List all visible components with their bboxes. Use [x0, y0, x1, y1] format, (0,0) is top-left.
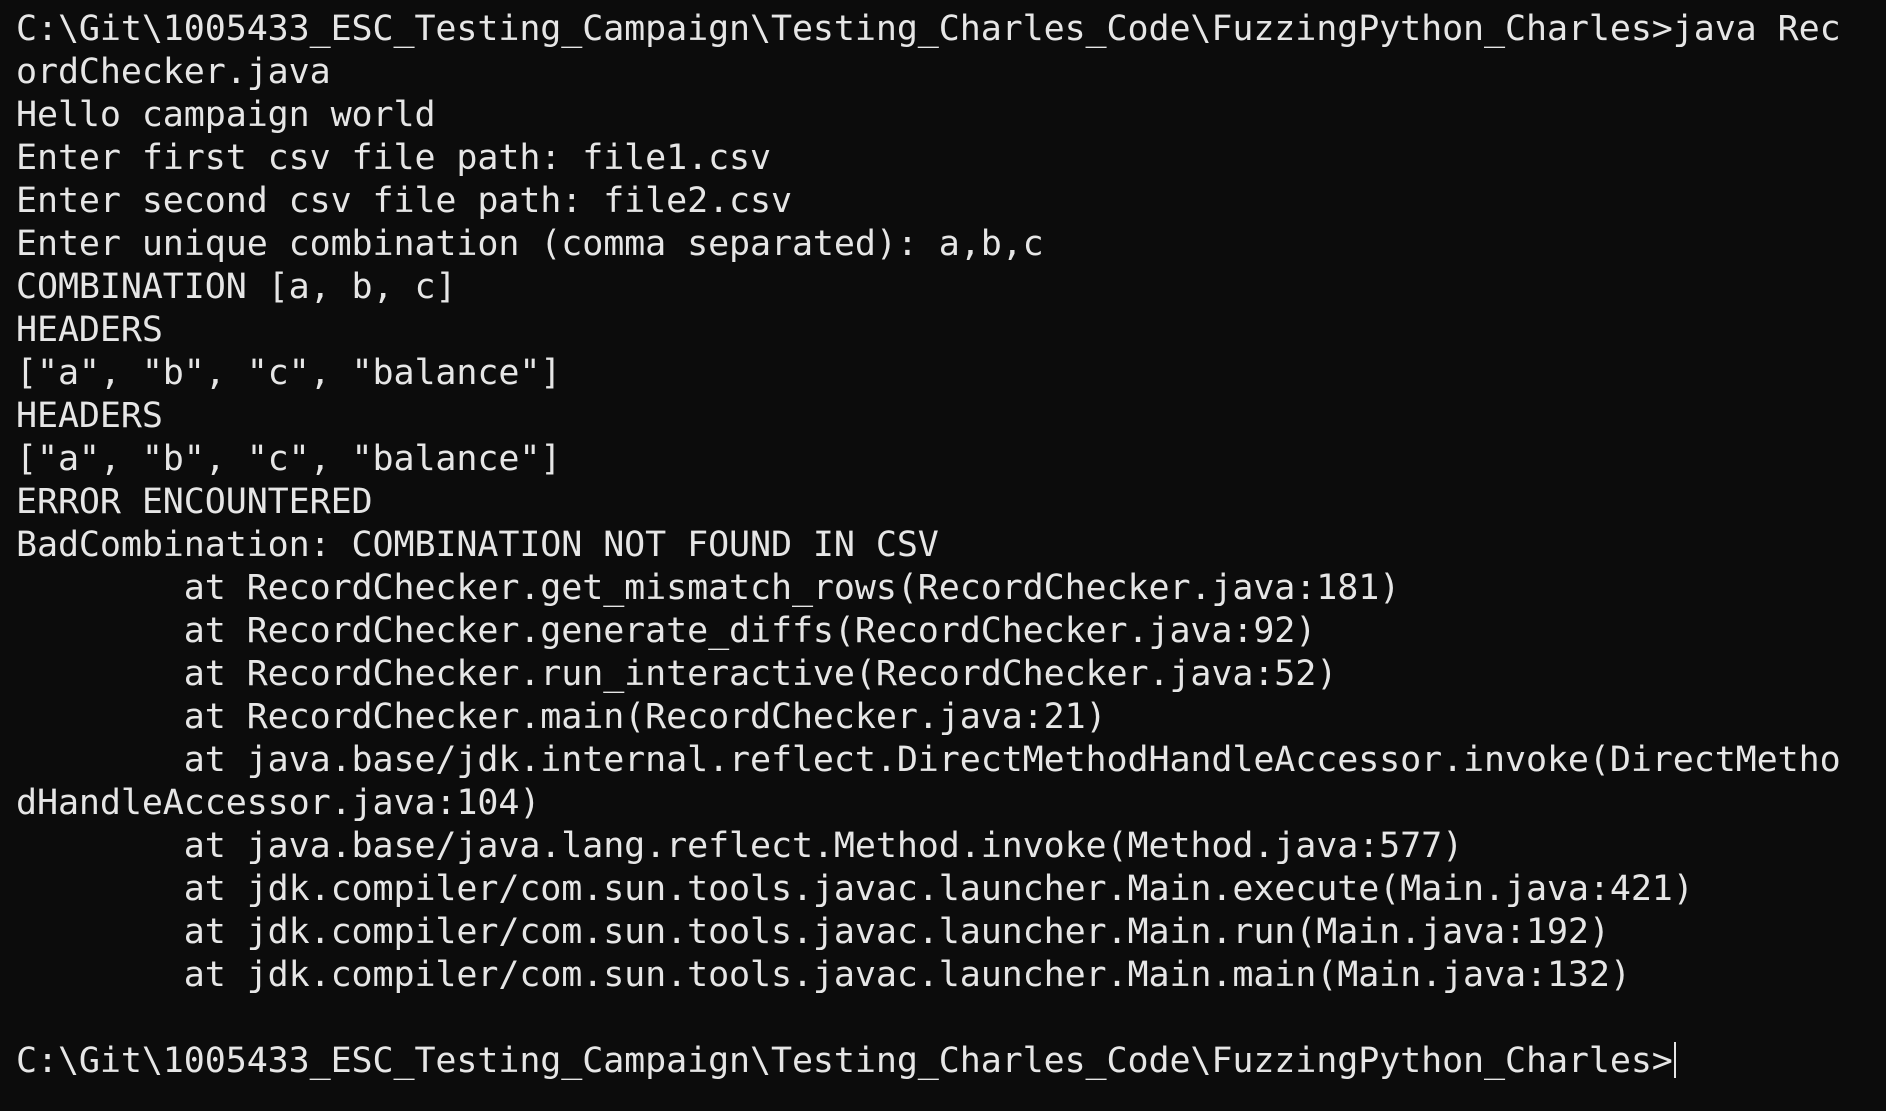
text-cursor — [1673, 1042, 1676, 1078]
terminal-line: ["a", "b", "c", "balance"] — [16, 353, 562, 393]
terminal-line: COMBINATION [a, b, c] — [16, 267, 457, 307]
terminal-line: ERROR ENCOUNTERED — [16, 482, 373, 522]
terminal-line: ordChecker.java — [16, 52, 331, 92]
terminal-line: HEADERS — [16, 310, 163, 350]
stack-trace-line: dHandleAccessor.java:104) — [16, 783, 541, 823]
terminal-line: Enter unique combination (comma separate… — [16, 224, 1044, 264]
stack-trace-line: at RecordChecker.main(RecordChecker.java… — [16, 697, 1107, 737]
stack-trace-line: at jdk.compiler/com.sun.tools.javac.laun… — [16, 912, 1610, 952]
prompt-text: C:\Git\1005433_ESC_Testing_Campaign\Test… — [16, 1041, 1673, 1081]
terminal-line: Hello campaign world — [16, 95, 436, 135]
stack-trace-line: at java.base/java.lang.reflect.Method.in… — [16, 826, 1464, 866]
stack-trace-line: at RecordChecker.generate_diffs(RecordCh… — [16, 611, 1317, 651]
stack-trace-line: at jdk.compiler/com.sun.tools.javac.laun… — [16, 869, 1694, 909]
stack-trace-line: at jdk.compiler/com.sun.tools.javac.laun… — [16, 955, 1631, 995]
terminal-window[interactable]: C:\Git\1005433_ESC_Testing_Campaign\Test… — [16, 8, 1878, 1103]
prompt-line[interactable]: C:\Git\1005433_ESC_Testing_Campaign\Test… — [16, 1040, 1878, 1083]
terminal-line: Enter second csv file path: file2.csv — [16, 181, 792, 221]
terminal-line: ["a", "b", "c", "balance"] — [16, 439, 562, 479]
terminal-line: BadCombination: COMBINATION NOT FOUND IN… — [16, 525, 939, 565]
terminal-line: Enter first csv file path: file1.csv — [16, 138, 771, 178]
terminal-line: C:\Git\1005433_ESC_Testing_Campaign\Test… — [16, 9, 1841, 49]
stack-trace-line: at java.base/jdk.internal.reflect.Direct… — [16, 740, 1841, 780]
terminal-line: HEADERS — [16, 396, 163, 436]
stack-trace-line: at RecordChecker.run_interactive(RecordC… — [16, 654, 1338, 694]
stack-trace-line: at RecordChecker.get_mismatch_rows(Recor… — [16, 568, 1401, 608]
